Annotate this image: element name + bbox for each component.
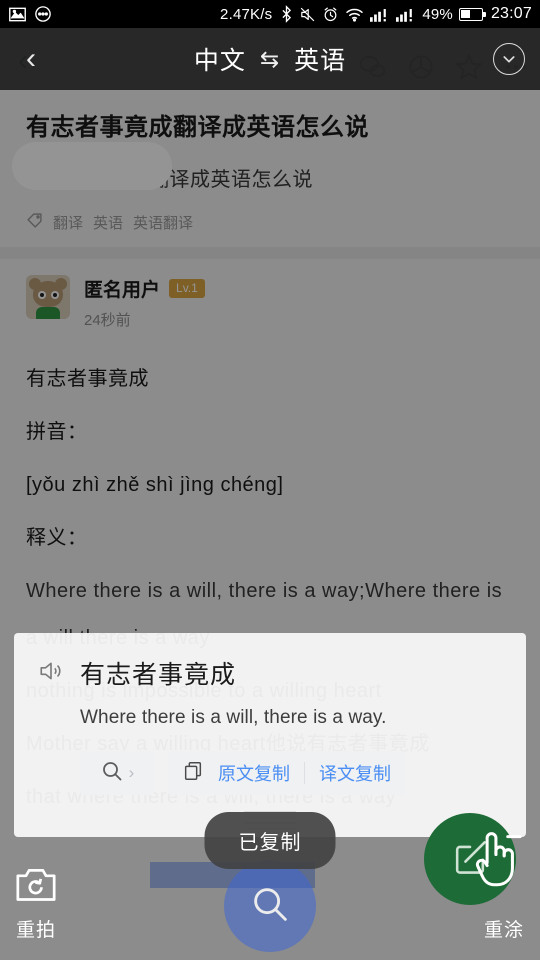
wifi-icon [345,7,364,22]
image-icon [8,6,27,23]
copy-divider [304,762,305,784]
search-fab-button[interactable] [224,860,316,952]
camera-retake-icon [14,864,58,909]
copy-target-button[interactable]: 译文复制 [319,760,391,786]
status-bar-right: 2.47K/s 49% 23:07 [220,5,532,23]
message-dots-icon [34,5,52,23]
signal-1-icon [370,7,390,22]
phone-screen: ‹ [0,0,540,960]
battery-percent: 49% [422,5,453,23]
status-bar: 2.47K/s 49% 23:07 [0,0,540,28]
bluetooth-icon [280,5,293,23]
retake-button[interactable]: 重拍 [14,864,58,942]
alarm-icon [322,6,339,23]
search-button[interactable]: › [80,751,154,795]
copy-source-button[interactable]: 原文复制 [218,760,290,786]
source-language-label[interactable]: 中文 [194,41,246,77]
translate-back-button[interactable]: ‹ [0,28,62,90]
search-chevron-icon: › [128,763,135,782]
translation-card: 有志者事竟成 Where there is a will, there is a… [14,633,526,837]
search-icon [100,759,124,788]
signal-2-icon [396,7,416,22]
translate-header: ‹ 中文 ⇆ 英语 [0,28,540,90]
clock-time: 23:07 [490,5,532,22]
target-language-label[interactable]: 英语 [294,41,346,77]
repaint-label: 重涂 [483,920,524,941]
retake-label: 重拍 [15,920,56,941]
battery-icon [458,7,486,21]
swap-languages-icon[interactable]: ⇆ [260,46,280,73]
translation-card-actions: › 原文复制 译文复制 [80,751,502,795]
translation-source-row: 有志者事竟成 [38,655,502,691]
copy-actions-group: 原文复制 译文复制 [168,751,405,795]
language-selector[interactable]: 中文 ⇆ 英语 [62,41,478,77]
translation-result-text: Where there is a will, there is a way. [80,707,387,728]
network-speed: 2.47K/s [220,5,273,23]
chevron-down-icon[interactable] [493,43,525,75]
copy-icon[interactable] [182,760,204,787]
mute-icon [299,6,316,23]
pointing-hand-icon [466,827,522,898]
translate-more-button[interactable] [478,28,540,90]
translation-source-text: 有志者事竟成 [80,661,237,689]
status-bar-left [8,5,52,23]
toast-message: 已复制 [204,812,336,869]
magnifier-icon [247,881,293,932]
speaker-icon[interactable] [38,658,64,689]
